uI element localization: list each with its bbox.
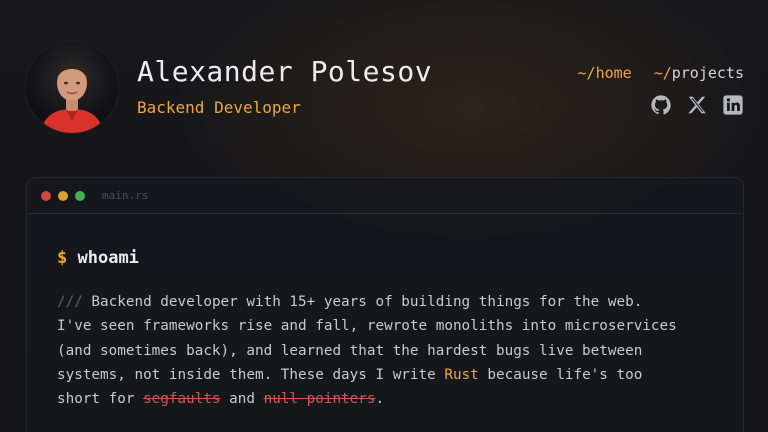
bio-line-3: (and sometimes back), and learned that t… xyxy=(57,342,643,359)
maximize-dot-icon xyxy=(75,190,85,201)
close-dot-icon xyxy=(41,190,51,201)
social-links xyxy=(650,94,744,116)
window-titlebar: main.rs xyxy=(27,178,743,214)
nav-link-home-prefix: ~/ xyxy=(577,64,596,82)
bio-line-2: I've seen frameworks rise and fall, rewr… xyxy=(57,318,677,335)
linkedin-icon[interactable] xyxy=(722,94,744,116)
nav-link-home[interactable]: ~/home xyxy=(578,64,632,82)
rust-highlight: Rust xyxy=(444,366,479,383)
bio-line-1: Backend developer with 15+ years of buil… xyxy=(82,294,643,310)
nav-link-home-label: home xyxy=(595,64,632,82)
avatar xyxy=(26,41,118,133)
site-header: Alexander Polesov Backend Developer ~/ho… xyxy=(0,0,768,170)
bio-line-5-mid: and xyxy=(220,391,264,408)
strike-segfaults: segfaults xyxy=(143,391,221,408)
x-icon[interactable] xyxy=(686,94,708,116)
strike-null-pointers: null pointers xyxy=(263,391,376,408)
command-line: $ whoami xyxy=(57,248,743,268)
prompt-symbol: $ xyxy=(57,248,68,268)
profile-name: Alexander Polesov xyxy=(137,55,433,88)
bio-text: /// Backend developer with 15+ years of … xyxy=(57,290,743,411)
github-icon[interactable] xyxy=(650,94,672,116)
bio-line-5: short for xyxy=(57,391,144,408)
top-nav: ~/home ~/projects xyxy=(578,64,745,82)
window-filename: main.rs xyxy=(102,189,149,202)
terminal-content: $ whoami /// Backend developer with 15+ … xyxy=(27,214,743,411)
profile-role: Backend Developer xyxy=(137,98,301,117)
avatar-portrait-image xyxy=(26,41,118,133)
nav-link-projects[interactable]: ~/projects xyxy=(654,64,744,82)
bio-line-4-end: because life's too xyxy=(478,366,643,383)
comment-marker: /// xyxy=(57,294,83,310)
command-text: whoami xyxy=(77,248,139,268)
terminal-window: main.rs $ whoami /// Backend developer w… xyxy=(26,177,744,432)
bio-line-4: systems, not inside them. These days I w… xyxy=(57,366,445,383)
nav-link-projects-prefix: ~/ xyxy=(653,64,672,82)
nav-link-projects-label: projects xyxy=(671,64,744,82)
minimize-dot-icon xyxy=(58,190,68,201)
bio-line-5-end: . xyxy=(375,391,385,408)
